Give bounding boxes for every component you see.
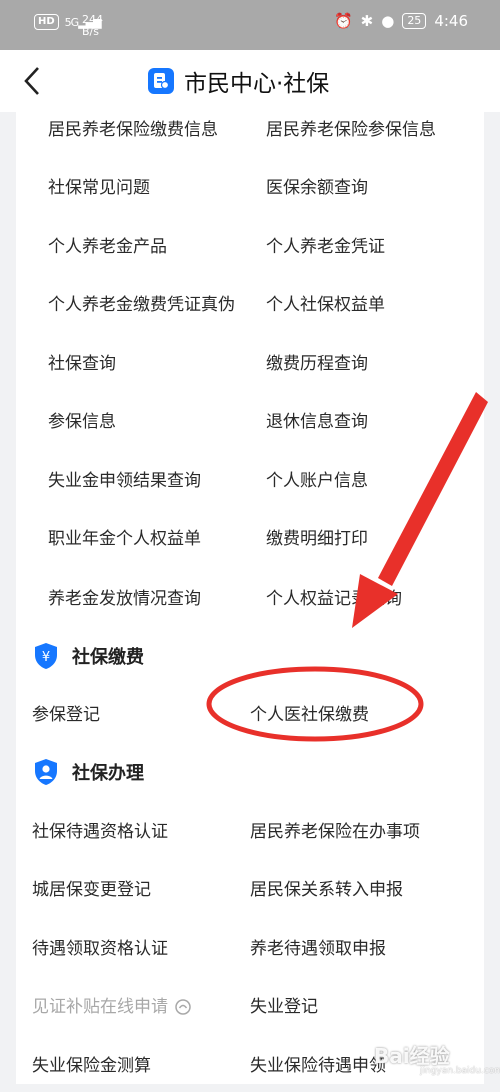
page-title-text: 市民中心·社保 [184,71,330,97]
pending-icon [175,999,191,1015]
alarm-icon: ⏰ [333,12,353,30]
service-link-disabled: 见证补贴在线申请 [32,993,192,1021]
speed-unit: B/s [82,25,99,38]
service-link[interactable]: 待遇领取资格认证 [32,935,168,963]
service-link[interactable]: 居民养老保险参保信息 [266,116,436,144]
nav-bar: 市民中心·社保 [0,50,500,112]
list-row: 待遇领取资格认证 养老待遇领取申报 [32,935,484,975]
service-link[interactable]: 社保查询 [48,350,116,378]
service-link[interactable]: 退休信息查询 [266,408,368,436]
service-link[interactable]: 居民养老保险在办事项 [250,818,420,846]
section-header-payment: ¥ 社保缴费 [34,642,144,670]
service-link[interactable]: 职业年金个人权益单 [48,525,201,553]
service-link[interactable]: 失业登记 [250,993,318,1021]
network-label: 5G [64,15,79,29]
battery-icon: 25 [402,13,427,29]
section-header-handling: 社保办理 [34,758,144,786]
service-link[interactable]: 缴费历程查询 [266,350,368,378]
list-row: 失业金申领结果查询 个人账户信息 [32,467,484,507]
list-row: 社保查询 缴费历程查询 [32,350,484,390]
location-icon: ● [381,12,395,30]
service-link[interactable]: 个人养老金缴费凭证真伪 [48,291,235,319]
service-link[interactable]: 养老待遇领取申报 [250,935,386,963]
list-row: 见证补贴在线申请 失业登记 [32,993,484,1033]
section-title: 社保办理 [72,763,144,784]
service-link[interactable]: 个人养老金产品 [48,233,167,261]
service-link[interactable]: 个人养老金凭证 [266,233,385,261]
chevron-left-icon [24,67,39,95]
service-link[interactable]: 失业金申领结果查询 [48,467,201,495]
service-link[interactable]: 缴费明细打印 [266,525,368,553]
service-link[interactable]: 居民保关系转入申报 [250,876,403,904]
service-link[interactable]: 社保常见问题 [48,174,150,202]
list-row: 个人养老金缴费凭证真伪 个人社保权益单 [32,291,484,331]
service-link[interactable]: 参保信息 [48,408,116,436]
back-button[interactable] [18,64,48,98]
list-row: 城居保变更登记 居民保关系转入申报 [32,876,484,916]
bluetooth-icon: ✱ [360,12,374,30]
citizen-center-logo-icon [148,68,174,94]
service-link[interactable]: 个人社保权益单 [266,291,385,319]
list-row: 社保常见问题 医保余额查询 [32,174,484,214]
service-link[interactable]: 个人医社保缴费 [250,701,369,729]
list-row: 社保待遇资格认证 居民养老保险在办事项 [32,818,484,858]
service-link[interactable]: 居民养老保险缴费信息 [48,116,218,144]
page-title: 市民中心·社保 [148,64,329,98]
section-title: 社保缴费 [72,647,144,668]
watermark-logo: Bai经验 [374,1044,450,1068]
list-row: 养老金发放情况查询 个人权益记录查询 [32,585,484,625]
yuan-shield-icon: ¥ [35,643,57,669]
service-link[interactable]: 失业保险待遇申领 [250,1052,386,1080]
service-link[interactable]: 社保待遇资格认证 [32,818,168,846]
watermark-url: jingyan.baidu.com [420,1066,500,1076]
list-row: 居民养老保险缴费信息 居民养老保险参保信息 [32,116,484,156]
network-speed: 244 B/s [82,14,103,38]
status-bar: HD 5G▂▄▆ 244 B/s ⏰ ✱ ● 25 4:46 [0,0,500,50]
service-link[interactable]: 城居保变更登记 [32,876,151,904]
list-row: 职业年金个人权益单 缴费明细打印 [32,525,484,565]
list-row: 参保登记 个人医社保缴费 [32,701,484,741]
service-link-label: 见证补贴在线申请 [32,997,168,1017]
service-link[interactable]: 个人权益记录查询 [266,585,402,613]
service-link[interactable]: 参保登记 [32,701,100,729]
service-link[interactable]: 养老金发放情况查询 [48,585,201,613]
list-row: 个人养老金产品 个人养老金凭证 [32,233,484,273]
list-row: 参保信息 退休信息查询 [32,408,484,448]
service-link[interactable]: 失业保险金测算 [32,1052,151,1080]
hd-badge: HD [34,14,59,30]
status-time: 4:46 [434,12,468,30]
service-link[interactable]: 医保余额查询 [266,174,368,202]
svg-text:¥: ¥ [42,650,50,665]
user-shield-icon [35,759,57,785]
service-link[interactable]: 个人账户信息 [266,467,368,495]
